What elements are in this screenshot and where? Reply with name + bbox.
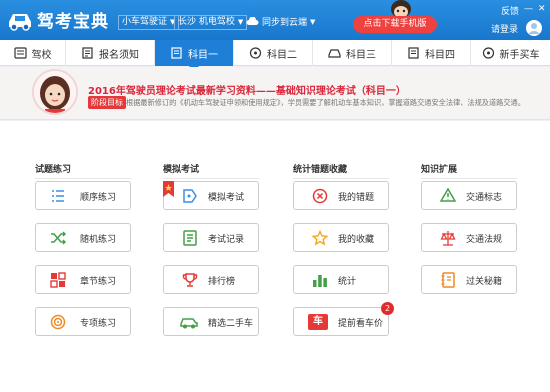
pass-tips-button[interactable]: 过关秘籍 [421,265,517,294]
close-button[interactable]: ✕ [538,4,546,14]
traffic-signs-button[interactable]: 交通标志 [421,181,517,210]
nav-tab-subject-three[interactable]: 科目三 [313,40,392,66]
nav-tab-driving-school[interactable]: 驾校 [0,40,66,66]
banner-title: 2016年驾驶员理论考试最新学习资料——基础知识理论考试（科目一） [88,86,406,97]
app-title: 驾考宝典 [37,12,109,32]
card-label: 过关秘籍 [466,277,503,287]
nav-tab-buy-car[interactable]: 新手买车 [471,40,550,66]
exam-record-button[interactable]: 考试记录 [163,223,259,252]
leaderboard-button[interactable]: 排行榜 [163,265,259,294]
card-label: 专项练习 [80,319,117,329]
target-icon [50,314,66,330]
city-school-value: 长沙 机电驾校 [178,17,235,27]
list-icon [52,190,64,202]
sequential-practice-button[interactable]: 顺序练习 [35,181,131,210]
random-practice-button[interactable]: 随机练习 [35,223,131,252]
feedback-link[interactable]: 反馈 [501,4,519,17]
book-icon [441,272,455,288]
school-icon [13,47,27,59]
chevron-down-icon: ▼ [310,17,316,26]
card-label: 模拟考试 [208,193,245,203]
sync-cloud-button[interactable]: 同步到云端 ▼ [246,15,315,28]
nav-tab-subject-two[interactable]: 科目二 [234,40,313,66]
nav-tab-label: 新手买车 [499,49,540,61]
steering-icon [482,47,494,59]
chapter-practice-button[interactable]: 章节练习 [35,265,131,294]
license-type-value: 小车驾驶证 [122,17,168,27]
card-label: 考试记录 [208,235,245,245]
card-label: 我的错题 [338,193,375,203]
nav-tab-label: 科目三 [346,49,376,61]
shuffle-icon [51,231,66,245]
nav-tab-subject-four[interactable]: 科目四 [392,40,471,66]
star-icon [312,230,328,246]
sync-label: 同步到云端 [262,18,308,28]
notification-badge: 2 [381,302,394,315]
price-icon: 车 [308,314,328,330]
steering-icon [249,47,262,59]
license-type-select[interactable]: 小车驾驶证 ▼ [118,15,180,30]
card-label: 交通标志 [466,193,503,203]
nav-tab-label: 科目四 [425,49,455,61]
statistics-button[interactable]: 统计 [293,265,389,294]
card-label: 随机练习 [80,235,117,245]
card-label: 我的收藏 [338,235,375,245]
card-label: 统计 [338,277,357,287]
card-label: 交通法规 [466,235,503,245]
nav-tab-label: 驾校 [31,49,52,61]
city-school-select[interactable]: 长沙 机电驾校 ▼ [174,15,248,30]
nav-tab-label: 报名须知 [99,49,139,61]
section-heading-stats: 统计错题收藏 [293,162,389,179]
document-icon [171,47,182,59]
main-nav: 驾校 报名须知 科目一 科目二 科目三 科目四 新手买车 [0,40,550,71]
stage-goal-badge: 阶段目标 [88,96,126,109]
my-mistakes-button[interactable]: 我的错题 [293,181,389,210]
trophy-icon [182,273,198,287]
mock-exam-button[interactable]: 模拟考试 [163,181,259,210]
card-label: 排行榜 [208,277,236,287]
chapter-icon [50,272,66,288]
card-label: 章节练习 [80,277,117,287]
record-icon [183,230,197,246]
card-label: 精选二手车 [208,319,254,329]
section-heading-mock-exam: 模拟考试 [163,162,259,179]
info-banner: 2016年驾驶员理论考试最新学习资料——基础知识理论考试（科目一） 阶段目标 根… [0,67,550,120]
nav-tab-label: 科目二 [267,49,297,61]
nav-tab-label: 科目一 [188,49,218,61]
car-icon [180,318,198,329]
law-icon [440,231,456,246]
download-mobile-button[interactable]: 点击下载手机版 [353,16,437,33]
ribbon-icon [163,181,174,197]
car-price-button[interactable]: 车 提前看车价 2 [293,302,394,336]
cloud-icon [246,17,259,25]
car-logo-icon [9,13,31,31]
card-label: 提前看车价 [338,319,384,329]
document-icon [408,47,419,59]
nav-tab-subject-one[interactable]: 科目一 [155,40,234,71]
section-heading-practice: 试题练习 [35,162,131,179]
user-avatar-icon[interactable] [526,20,542,36]
card-label: 顺序练习 [80,193,117,203]
app-logo: 驾考宝典 [6,7,109,32]
title-bar: 驾考宝典 小车驾驶证 ▼ 长沙 机电驾校 ▼ 同步到云端 ▼ 点击下载手机版 反馈 … [0,0,550,40]
chevron-down-icon: ▼ [237,18,244,26]
woman-avatar-icon [34,71,76,113]
instructor-avatar [32,69,78,115]
nav-tab-registration[interactable]: 报名须知 [66,40,155,66]
traffic-law-button[interactable]: 交通法规 [421,223,517,252]
exam-icon [183,189,197,203]
special-practice-button[interactable]: 专项练习 [35,307,131,336]
used-car-button[interactable]: 精选二手车 [163,307,259,336]
section-heading-knowledge: 知识扩展 [421,162,517,179]
login-link[interactable]: 请登录 [491,22,518,35]
minimize-button[interactable]: — [524,4,533,14]
wrong-icon [312,188,328,204]
car-icon [328,49,341,58]
my-favorites-button[interactable]: 我的收藏 [293,223,389,252]
sign-icon [440,188,456,202]
form-icon [82,47,93,59]
banner-description: 根据最新修订的《机动车驾驶证申领和使用规定》，学员需要了解机动车基本知识，掌握道… [126,98,525,107]
stats-icon [313,275,327,287]
